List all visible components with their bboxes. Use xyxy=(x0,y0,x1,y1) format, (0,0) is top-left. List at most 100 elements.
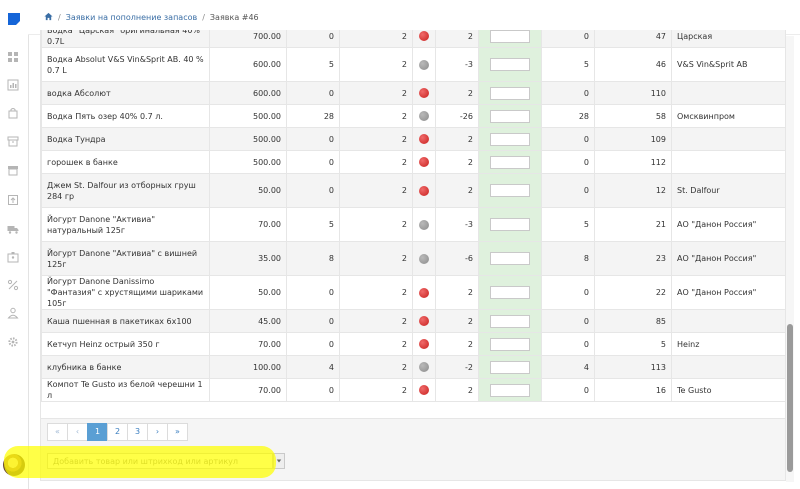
dashboard-icon[interactable] xyxy=(6,50,20,64)
pagination-page-3[interactable]: 3 xyxy=(127,423,148,441)
store-icon[interactable] xyxy=(6,163,20,177)
min-stock-cell: 2 xyxy=(339,81,413,105)
status-cell xyxy=(412,309,436,333)
pagination-page-2[interactable]: 2 xyxy=(107,423,128,441)
suggested-cell: 0 xyxy=(541,332,595,356)
page-scrollbar[interactable] xyxy=(786,36,794,482)
product-name-cell[interactable]: Йогурт Danone "Активиа" натуральный 125г xyxy=(41,207,210,242)
stock-cell: 0 xyxy=(286,378,340,402)
suggested-cell: 0 xyxy=(541,378,595,402)
product-name-cell[interactable]: горошек в банке xyxy=(41,150,210,174)
scrollbar-thumb[interactable] xyxy=(787,324,793,472)
status-cell xyxy=(412,81,436,105)
order-quantity-input[interactable] xyxy=(490,337,530,351)
stock-cell: 8 xyxy=(286,241,340,276)
stock-cell: 0 xyxy=(286,81,340,105)
price-cell: 100.00 xyxy=(209,355,287,379)
status-cell xyxy=(412,104,436,128)
status-cell xyxy=(412,378,436,402)
min-stock-cell: 2 xyxy=(339,104,413,128)
status-gray-dot-icon xyxy=(419,111,429,121)
supplier-cell xyxy=(671,355,785,379)
order-quantity-input[interactable] xyxy=(490,360,530,374)
sku-cell: 85 xyxy=(594,309,672,333)
suggested-cell: 8 xyxy=(541,241,595,276)
pagination-last[interactable]: » xyxy=(167,423,188,441)
min-stock-cell: 2 xyxy=(339,47,413,82)
suggested-cell: 4 xyxy=(541,355,595,379)
breadcrumb-separator: / xyxy=(202,13,205,22)
box-icon[interactable] xyxy=(6,193,20,207)
order-quantity-input[interactable] xyxy=(490,314,530,328)
table-row: Каша пшенная в пакетиках 6х100 45.00 0 2 2 0 8… xyxy=(41,309,785,333)
product-name-cell[interactable]: Водка Тундра xyxy=(41,127,210,151)
sku-cell: 23 xyxy=(594,241,672,276)
truck-icon[interactable] xyxy=(6,222,20,236)
difference-cell: 2 xyxy=(435,332,479,356)
product-name-cell[interactable]: Водка Absolut V&S Vin&Sprit AB. 40 % 0.7… xyxy=(41,47,210,82)
sku-cell: 113 xyxy=(594,355,672,379)
gear-icon[interactable] xyxy=(6,335,20,349)
product-name-cell[interactable]: Джем St. Dalfour из отборных груш 284 гр xyxy=(41,173,210,208)
pagination-page-1[interactable]: 1 xyxy=(87,423,108,441)
price-cell: 50.00 xyxy=(209,173,287,208)
add-product-dropdown-button[interactable] xyxy=(273,453,285,469)
product-name-cell[interactable]: Кетчуп Heinz острый 350 г xyxy=(41,332,210,356)
price-cell: 500.00 xyxy=(209,150,287,174)
product-name-cell[interactable]: Каша пшенная в пакетиках 6х100 xyxy=(41,309,210,333)
user-icon[interactable] xyxy=(6,306,20,320)
order-quantity-input[interactable] xyxy=(490,109,530,123)
home-icon[interactable] xyxy=(44,12,53,23)
order-quantity-input[interactable] xyxy=(490,286,530,299)
product-name-cell[interactable]: Йогурт Danone Danissimo "Фантазия" с хру… xyxy=(41,275,210,310)
product-name-cell[interactable]: водка Абсолют xyxy=(41,81,210,105)
order-quantity-input[interactable] xyxy=(490,218,530,231)
pagination-prev[interactable]: ‹ xyxy=(67,423,88,441)
pagination-first[interactable]: « xyxy=(47,423,68,441)
status-gray-dot-icon xyxy=(419,362,429,372)
stock-cell: 0 xyxy=(286,30,340,48)
order-quantity-input[interactable] xyxy=(490,383,530,397)
status-cell xyxy=(412,127,436,151)
order-quantity-input[interactable] xyxy=(490,184,530,197)
price-cell: 70.00 xyxy=(209,378,287,402)
price-cell: 45.00 xyxy=(209,309,287,333)
product-name-cell[interactable]: Йогурт Danone "Активиа" с вишней 125г xyxy=(41,241,210,276)
order-quantity-input[interactable] xyxy=(490,30,530,43)
table-row: Йогурт Danone "Активиа" с вишней 125г 35.… xyxy=(41,241,785,276)
chart-icon[interactable] xyxy=(6,78,20,92)
status-red-dot-icon xyxy=(419,88,429,98)
price-cell: 35.00 xyxy=(209,241,287,276)
bag-icon[interactable] xyxy=(6,106,20,120)
product-name-cell[interactable]: Водка "Царская" оригинальная 40% 0.7L xyxy=(41,30,210,48)
breadcrumb-link-requests[interactable]: Заявки на пополнение запасов xyxy=(66,13,198,22)
supplier-cell: V&S Vin&Sprit AB xyxy=(671,47,785,82)
order-quantity-input[interactable] xyxy=(490,58,530,71)
add-product-input[interactable] xyxy=(47,453,273,469)
supplier-cell: Царская xyxy=(671,30,785,48)
order-quantity-input[interactable] xyxy=(490,86,530,100)
sidebar xyxy=(0,0,29,489)
order-quantity-input[interactable] xyxy=(490,132,530,146)
stock-cell: 0 xyxy=(286,127,340,151)
app-logo[interactable] xyxy=(7,12,21,26)
sku-cell: 5 xyxy=(594,332,672,356)
percent-icon[interactable] xyxy=(6,278,20,292)
table-row: Йогурт Danone Danissimo "Фантазия" с хру… xyxy=(41,275,785,310)
order-quantity-input[interactable] xyxy=(490,252,530,265)
order-quantity-input[interactable] xyxy=(490,155,530,169)
order-quantity-cell xyxy=(478,150,542,174)
difference-cell: 2 xyxy=(435,127,479,151)
difference-cell: 2 xyxy=(435,378,479,402)
order-quantity-cell xyxy=(478,207,542,242)
product-name-cell[interactable]: Компот Te Gusto из белой черешни 1 л xyxy=(41,378,210,402)
pagination-next[interactable]: › xyxy=(147,423,168,441)
id-card-icon[interactable] xyxy=(6,250,20,264)
difference-cell: -26 xyxy=(435,104,479,128)
status-cell xyxy=(412,173,436,208)
avatar[interactable] xyxy=(3,454,25,476)
product-name-cell[interactable]: Водка Пять озер 40% 0.7 л. xyxy=(41,104,210,128)
product-name-cell[interactable]: клубника в банке xyxy=(41,355,210,379)
order-quantity-cell xyxy=(478,309,542,333)
archive-icon[interactable] xyxy=(6,134,20,148)
